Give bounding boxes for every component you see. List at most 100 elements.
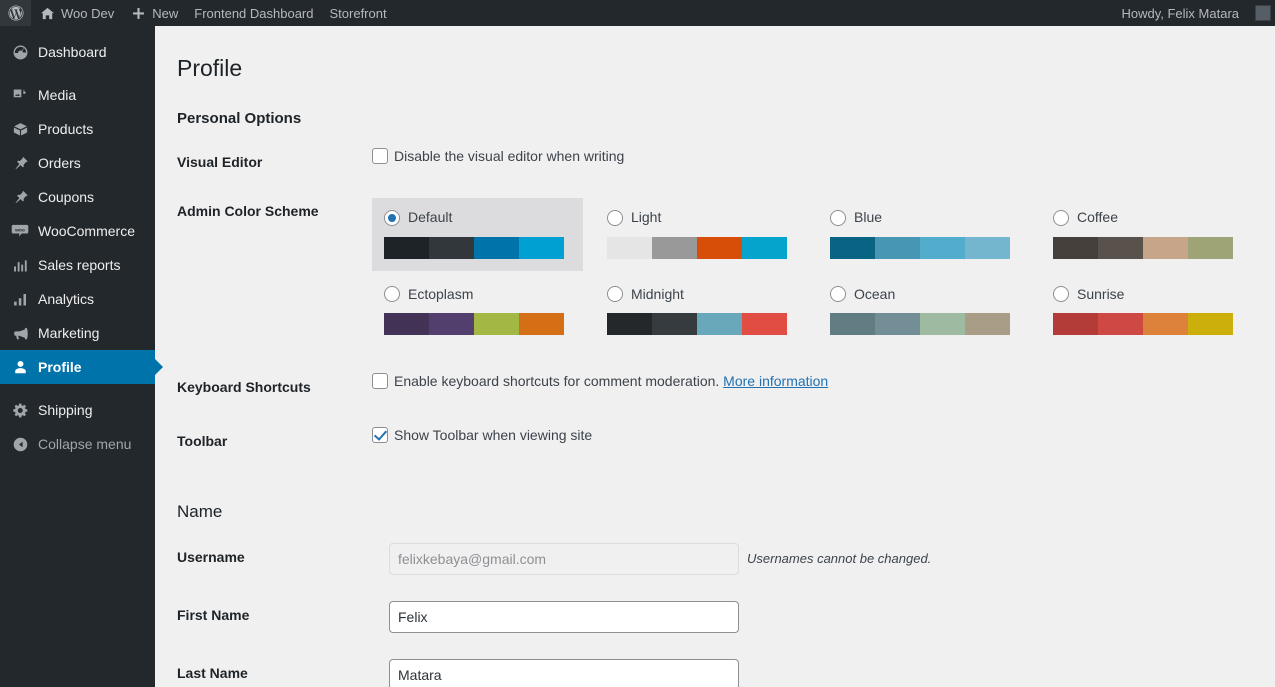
color-scheme-option-midnight[interactable]: Midnight: [595, 275, 806, 348]
visual-editor-label: Visual Editor: [177, 153, 263, 170]
admin-sidebar-menu: Dashboard Media Products Orders Coupons …: [0, 26, 163, 687]
visual-editor-checkbox-text: Disable the visual editor when writing: [394, 147, 625, 164]
color-swatch-0: [607, 236, 652, 259]
my-account-button[interactable]: Howdy, Felix Matara: [1113, 0, 1247, 26]
frontend-dashboard-label: Frontend Dashboard: [194, 5, 314, 21]
name-table: Username Usernames cannot be changed. Fi…: [177, 530, 1262, 687]
keyboard-shortcuts-checkbox-label[interactable]: Enable keyboard shortcuts for comment mo…: [372, 373, 828, 390]
color-scheme-grid: Default Light Blue Coffee Ectoplasm Midnight O…: [372, 198, 1252, 347]
color-scheme-radio-light[interactable]: [607, 209, 623, 226]
color-scheme-palette: [607, 236, 787, 259]
username-input: [389, 542, 739, 575]
visual-editor-checkbox[interactable]: [372, 147, 388, 164]
color-scheme-radio-midnight[interactable]: [607, 286, 623, 303]
color-scheme-palette: [607, 313, 787, 336]
color-scheme-palette: [1053, 236, 1233, 259]
keyboard-shortcuts-row: Keyboard Shortcuts Enable keyboard short…: [177, 360, 1262, 414]
first-name-row: First Name: [177, 588, 1262, 646]
sidebar-item-media[interactable]: Media: [0, 78, 155, 112]
visual-editor-checkbox-label[interactable]: Disable the visual editor when writing: [372, 147, 625, 164]
color-scheme-radio-blue[interactable]: [830, 209, 846, 226]
color-scheme-option-ectoplasm[interactable]: Ectoplasm: [372, 275, 583, 348]
color-swatch-0: [384, 236, 429, 259]
color-scheme-option-blue[interactable]: Blue: [818, 198, 1029, 271]
storefront-label: Storefront: [329, 5, 387, 21]
site-name-label: Woo Dev: [61, 5, 115, 21]
color-scheme-palette: [1053, 313, 1233, 336]
color-swatch-2: [1143, 236, 1188, 259]
toolbar-checkbox-label[interactable]: Show Toolbar when viewing site: [372, 427, 592, 444]
color-swatch-1: [1098, 236, 1143, 259]
first-name-label: First Name: [177, 606, 250, 623]
color-scheme-radio-default[interactable]: [384, 209, 400, 226]
color-swatch-2: [474, 313, 519, 336]
plus-icon: [130, 5, 146, 21]
color-scheme-radio-ectoplasm[interactable]: [384, 286, 400, 303]
color-scheme-option-sunrise[interactable]: Sunrise: [1041, 275, 1252, 348]
sidebar-item-profile[interactable]: Profile: [0, 350, 163, 384]
sidebar-item-label: Profile: [38, 359, 82, 375]
color-scheme-label: Default: [408, 209, 453, 226]
color-scheme-option-coffee[interactable]: Coffee: [1041, 198, 1252, 271]
color-swatch-3: [742, 236, 787, 259]
toolbar-checkbox[interactable]: [372, 427, 388, 444]
toolbar-label: Toolbar: [177, 433, 228, 450]
collapse-menu-button[interactable]: Collapse menu: [0, 427, 155, 461]
color-scheme-option-default[interactable]: Default: [372, 198, 583, 271]
sidebar-item-coupons[interactable]: Coupons: [0, 180, 155, 214]
howdy-label: Howdy, Felix Matara: [1121, 5, 1239, 21]
sidebar-item-label: Media: [38, 87, 77, 103]
username-label: Username: [177, 548, 245, 565]
color-scheme-label: Sunrise: [1077, 285, 1125, 302]
admin-bar: Woo Dev New Frontend Dashboard Storefron…: [0, 0, 1275, 26]
new-content-button[interactable]: New: [122, 0, 186, 26]
color-scheme-option-ocean[interactable]: Ocean: [818, 275, 1029, 348]
color-swatch-0: [1053, 236, 1098, 259]
visual-editor-row: Visual Editor Disable the visual editor …: [177, 135, 1262, 189]
wordpress-logo-button[interactable]: [0, 0, 31, 26]
sidebar-item-label: Sales reports: [38, 257, 121, 273]
color-scheme-radio-coffee[interactable]: [1053, 209, 1069, 226]
more-information-link[interactable]: More information: [723, 373, 828, 389]
username-row: Username Usernames cannot be changed.: [177, 530, 1262, 588]
color-scheme-label: Ectoplasm: [408, 285, 474, 302]
menu-spacer-1: [0, 69, 155, 78]
color-swatch-1: [429, 236, 474, 259]
color-swatch-2: [697, 236, 742, 259]
sidebar-item-analytics[interactable]: Analytics: [0, 282, 155, 316]
media-icon: [8, 83, 32, 107]
sidebar-item-label: Shipping: [38, 402, 93, 418]
sidebar-item-products[interactable]: Products: [0, 112, 155, 146]
pin-icon: [8, 151, 32, 175]
sidebar-item-label: Products: [38, 121, 94, 137]
site-name-button[interactable]: Woo Dev: [31, 0, 122, 26]
first-name-input[interactable]: [389, 600, 739, 633]
gear-icon: [8, 398, 32, 422]
color-scheme-option-light[interactable]: Light: [595, 198, 806, 271]
sidebar-item-sales-reports[interactable]: Sales reports: [0, 248, 155, 282]
frontend-dashboard-button[interactable]: Frontend Dashboard: [186, 0, 321, 26]
username-cell: Usernames cannot be changed.: [389, 530, 1262, 588]
sidebar-item-orders[interactable]: Orders: [0, 146, 155, 180]
sidebar-item-woocommerce[interactable]: woo WooCommerce: [0, 214, 155, 248]
personal-options-heading: Personal Options: [177, 109, 302, 127]
storefront-button[interactable]: Storefront: [322, 0, 395, 26]
color-swatch-2: [697, 313, 742, 336]
last-name-row: Last Name: [177, 646, 1262, 687]
keyboard-shortcuts-checkbox[interactable]: [372, 373, 388, 390]
personal-options-table: Visual Editor Disable the visual editor …: [177, 135, 1262, 469]
avatar: [1255, 5, 1271, 21]
color-swatch-2: [920, 236, 965, 259]
color-swatch-3: [965, 236, 1010, 259]
color-scheme-radio-sunrise[interactable]: [1053, 286, 1069, 303]
sidebar-item-shipping[interactable]: Shipping: [0, 393, 155, 427]
color-scheme-radio-ocean[interactable]: [830, 286, 846, 303]
name-heading: Name: [177, 501, 223, 521]
sidebar-item-dashboard[interactable]: Dashboard: [0, 35, 155, 69]
color-swatch-1: [875, 313, 920, 336]
sidebar-item-label: Analytics: [38, 291, 95, 307]
last-name-input[interactable]: [389, 658, 739, 687]
sidebar-item-marketing[interactable]: Marketing: [0, 316, 155, 350]
last-name-cell: [389, 646, 1262, 687]
color-scheme-palette: [384, 236, 564, 259]
